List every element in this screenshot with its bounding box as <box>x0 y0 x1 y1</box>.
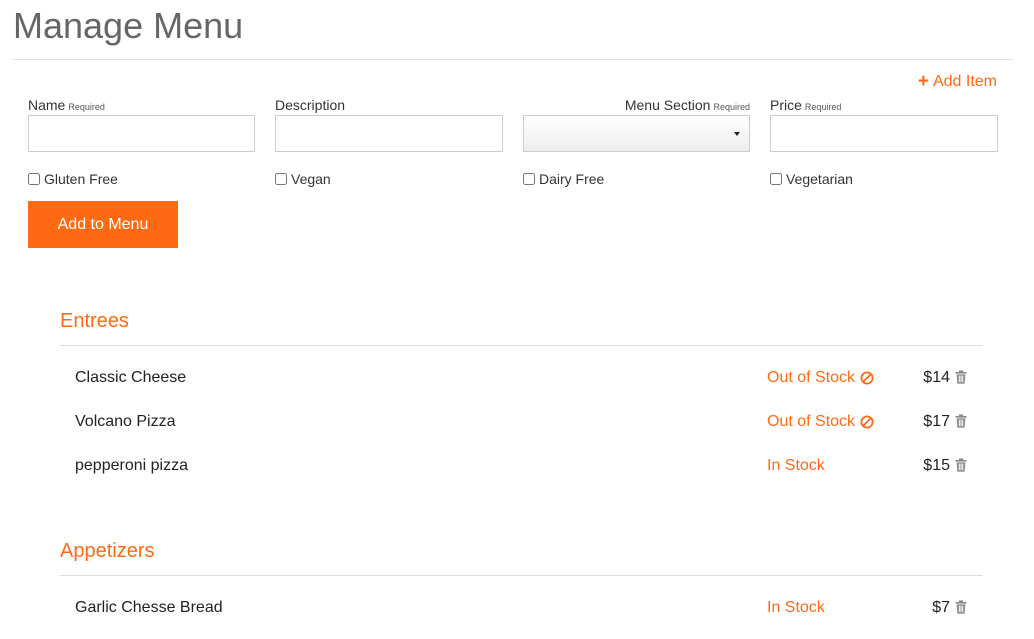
trash-icon[interactable] <box>955 458 967 472</box>
gluten-free-checkbox[interactable] <box>28 173 40 185</box>
vegan-label: Vegan <box>291 171 331 187</box>
price-required-note: Required <box>804 102 842 112</box>
dairy-free-label: Dairy Free <box>539 171 605 187</box>
vegan-option[interactable]: Vegan <box>275 171 331 187</box>
menu-section-select[interactable] <box>523 115 750 152</box>
gluten-free-label: Gluten Free <box>44 171 118 187</box>
caret-down-icon <box>734 132 740 136</box>
menu-item-name: Garlic Chesse Bread <box>75 599 223 616</box>
add-item-link[interactable]: + Add Item <box>917 71 997 92</box>
page-title: Manage Menu <box>13 5 244 46</box>
gluten-free-option[interactable]: Gluten Free <box>28 171 118 187</box>
trash-icon[interactable] <box>955 370 967 384</box>
add-item-label: Add Item <box>932 73 997 90</box>
add-to-menu-button[interactable]: Add to Menu <box>28 201 178 248</box>
description-label: Description <box>275 97 346 113</box>
menu-item-price: $17 <box>923 413 950 430</box>
menu-item-price: $14 <box>923 369 950 386</box>
name-required-note: Required <box>68 102 105 112</box>
menu-section-label: Menu Section Required <box>624 97 750 113</box>
vegan-checkbox[interactable] <box>275 173 287 185</box>
menu-item-name: pepperoni pizza <box>75 457 188 474</box>
menu-section-required-note: Required <box>713 102 750 112</box>
trash-icon[interactable] <box>955 600 967 614</box>
name-input[interactable] <box>28 115 255 152</box>
stock-status-label: Out of Stock <box>767 369 856 386</box>
price-input[interactable] <box>770 115 998 152</box>
dairy-free-checkbox[interactable] <box>523 173 535 185</box>
stock-status-toggle[interactable]: Out of Stock <box>767 369 874 387</box>
title-divider <box>13 59 1013 60</box>
menu-item-name: Volcano Pizza <box>75 413 176 430</box>
menu-item-price: $7 <box>932 599 950 616</box>
ban-icon <box>860 415 874 429</box>
stock-status-label: In Stock <box>767 457 825 474</box>
vegetarian-checkbox[interactable] <box>770 173 782 185</box>
stock-status-toggle[interactable]: In Stock <box>767 599 825 617</box>
section-divider <box>60 345 983 346</box>
trash-icon[interactable] <box>955 414 967 428</box>
stock-status-toggle[interactable]: In Stock <box>767 457 825 475</box>
dairy-free-option[interactable]: Dairy Free <box>523 171 604 187</box>
menu-item-price: $15 <box>923 457 950 474</box>
ban-icon <box>860 371 874 385</box>
stock-status-toggle[interactable]: Out of Stock <box>767 413 874 431</box>
description-input[interactable] <box>275 115 503 152</box>
price-label: Price Required <box>770 97 842 113</box>
name-label: Name Required <box>28 97 105 113</box>
section-title-appetizers: Appetizers <box>60 540 155 562</box>
section-title-entrees: Entrees <box>60 310 129 332</box>
plus-icon: + <box>917 71 929 92</box>
section-divider <box>60 575 983 576</box>
vegetarian-option[interactable]: Vegetarian <box>770 171 853 187</box>
vegetarian-label: Vegetarian <box>786 171 853 187</box>
stock-status-label: Out of Stock <box>767 413 856 430</box>
menu-item-name: Classic Cheese <box>75 369 187 386</box>
stock-status-label: In Stock <box>767 599 825 616</box>
